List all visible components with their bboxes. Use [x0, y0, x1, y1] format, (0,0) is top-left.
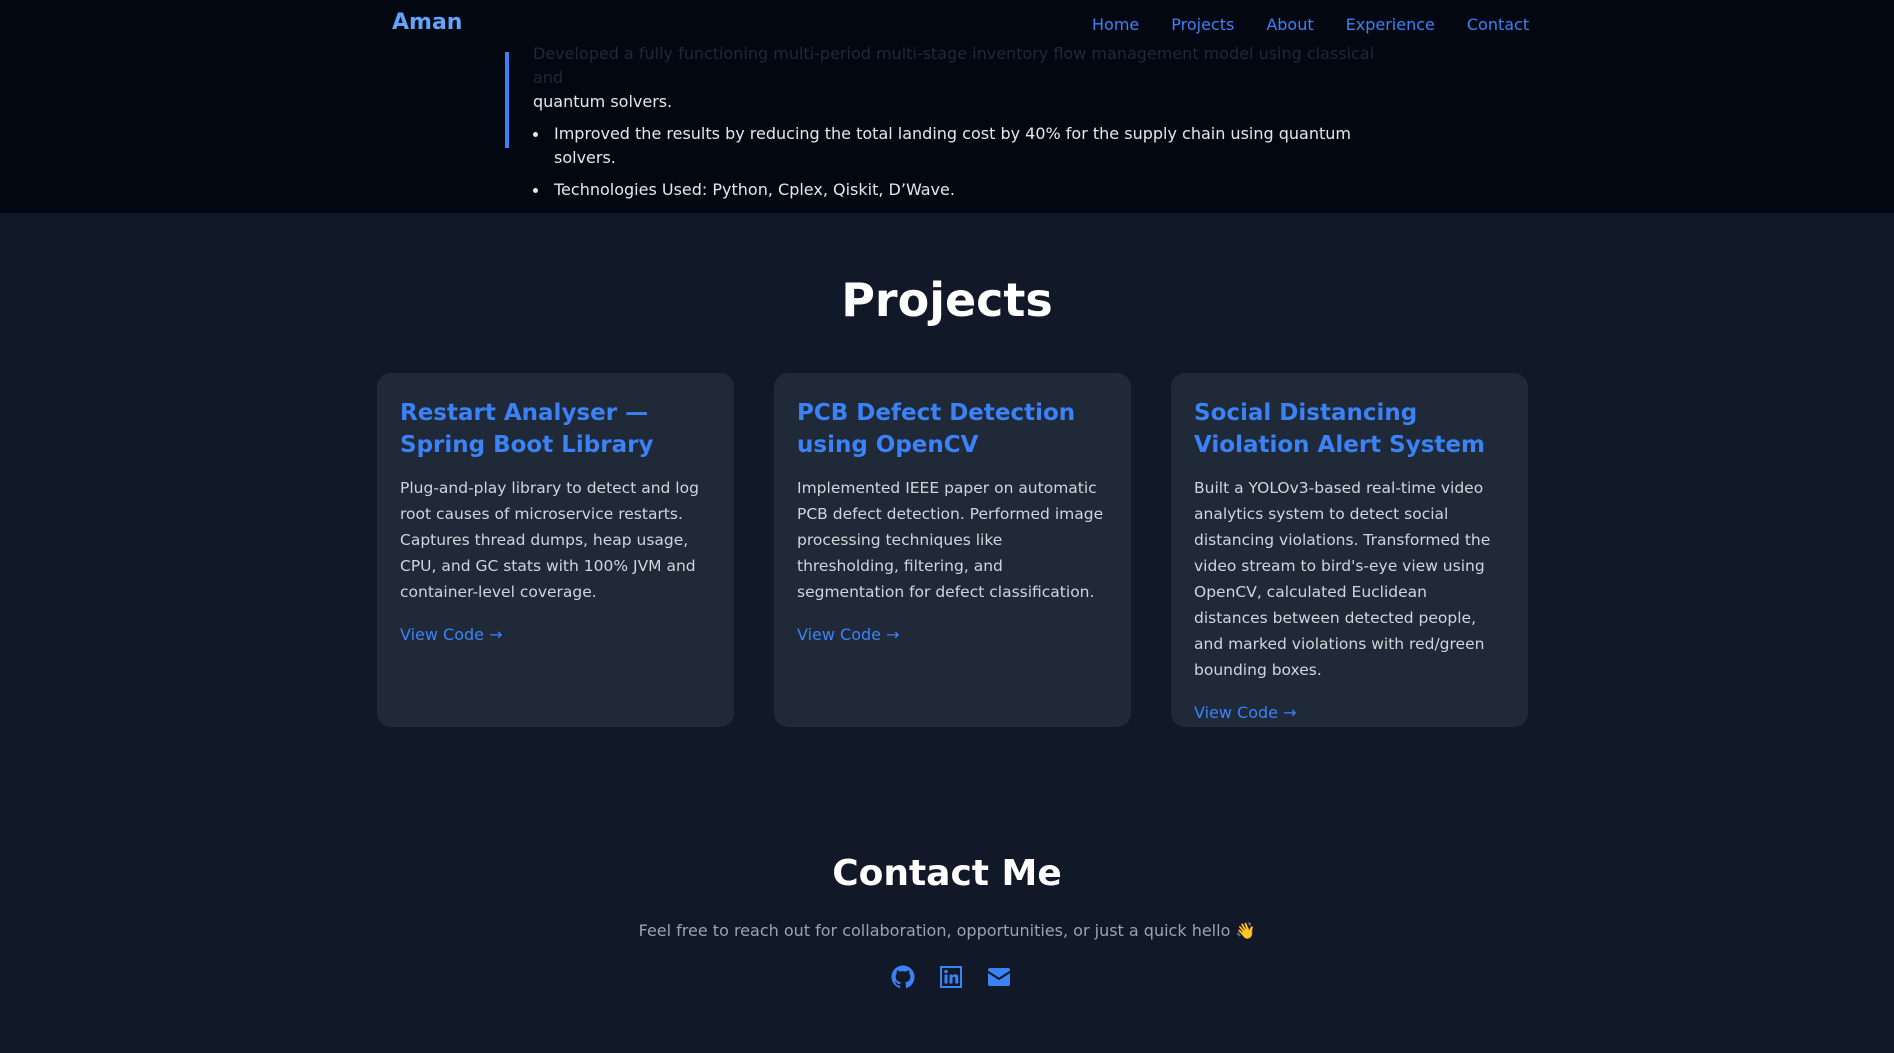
project-card-description: Built a YOLOv3-based real-time video ana…	[1194, 479, 1491, 679]
nav-link-contact[interactable]: Contact	[1467, 15, 1529, 34]
view-code-link[interactable]: View Code →	[400, 625, 503, 644]
nav-link-experience[interactable]: Experience	[1346, 15, 1435, 34]
experience-entry: Developed a fully functioning multi-peri…	[505, 44, 1385, 199]
project-card: Restart Analyser — Spring Boot Library P…	[377, 373, 734, 727]
project-card-title: PCB Defect Detection using OpenCV	[797, 400, 1076, 458]
linkedin-icon	[939, 965, 963, 993]
email-link[interactable]	[987, 967, 1011, 991]
experience-bullets: Developed a fully functioning multi-peri…	[533, 44, 1383, 210]
nav-link-projects[interactable]: Projects	[1171, 15, 1234, 34]
project-card-title: Restart Analyser — Spring Boot Library	[400, 400, 654, 458]
experience-bullet: Developed a fully functioning multi-peri…	[533, 42, 1383, 114]
experience-bullet: Technologies Used: Python, Cplex, Qiskit…	[533, 178, 1383, 202]
view-code-link[interactable]: View Code →	[797, 625, 900, 644]
project-cards: Restart Analyser — Spring Boot Library P…	[377, 373, 1529, 727]
contact-heading: Contact Me	[832, 853, 1062, 894]
project-card-description: Implemented IEEE paper on automatic PCB …	[797, 479, 1104, 601]
project-card: PCB Defect Detection using OpenCV Implem…	[774, 373, 1131, 727]
nav-links: Home Projects About Experience Contact	[1092, 15, 1561, 34]
linkedin-link[interactable]	[939, 965, 963, 993]
nav-link-about[interactable]: About	[1266, 15, 1313, 34]
projects-section: Projects Restart Analyser — Spring Boot …	[0, 213, 1894, 1053]
contact-subtitle: Feel free to reach out for collaboration…	[638, 921, 1256, 940]
social-links	[891, 965, 1011, 993]
github-link[interactable]	[891, 965, 915, 993]
navbar: Aman Home Projects About Experience Cont…	[0, 0, 1894, 52]
projects-heading: Projects	[841, 273, 1053, 327]
project-card-description: Plug-and-play library to detect and log …	[400, 479, 699, 601]
github-icon	[891, 965, 915, 993]
view-code-link[interactable]: View Code →	[1194, 703, 1297, 722]
experience-bullet: Improved the results by reducing the tot…	[533, 122, 1383, 170]
page: Developed a fully functioning multi-peri…	[0, 0, 1894, 1053]
project-card: Social Distancing Violation Alert System…	[1171, 373, 1528, 727]
project-card-title: Social Distancing Violation Alert System	[1194, 400, 1485, 458]
nav-link-home[interactable]: Home	[1092, 15, 1139, 34]
mail-icon	[987, 965, 1011, 993]
experience-bullet-text: quantum solvers.	[533, 92, 673, 111]
brand-logo[interactable]: Aman	[392, 10, 462, 35]
